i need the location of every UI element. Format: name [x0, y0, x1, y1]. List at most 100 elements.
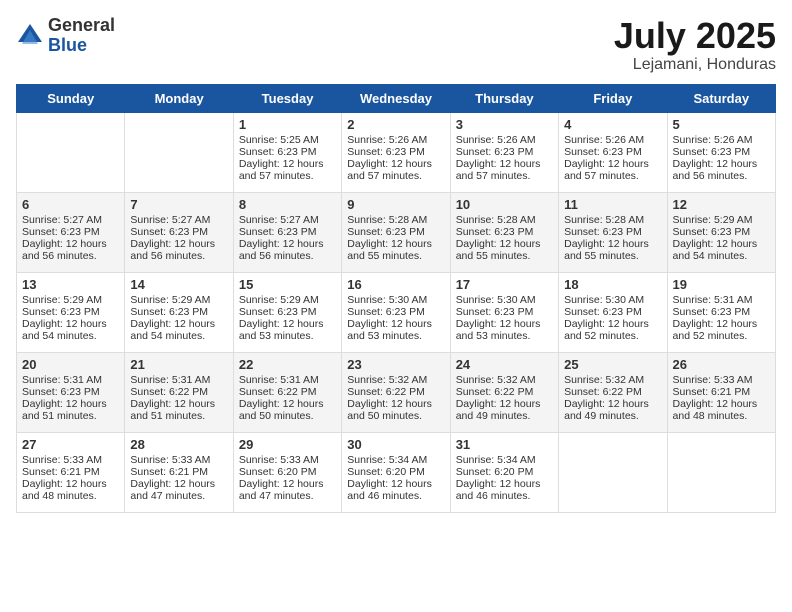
day-number: 25 [564, 357, 661, 372]
calendar-day-cell: 11Sunrise: 5:28 AMSunset: 6:23 PMDayligh… [559, 192, 667, 272]
day-number: 29 [239, 437, 336, 452]
day-number: 8 [239, 197, 336, 212]
calendar-week-row: 6Sunrise: 5:27 AMSunset: 6:23 PMDaylight… [17, 192, 776, 272]
sunrise-text: Sunrise: 5:26 AM [673, 134, 770, 146]
calendar-day-cell: 29 Sunrise: 5:33 AMSunset: 6:20 PMDayligh… [233, 432, 341, 512]
sunset-text: Sunset: 6:23 PM [347, 306, 444, 318]
calendar-week-row: 1Sunrise: 5:25 AMSunset: 6:23 PMDaylight… [17, 112, 776, 192]
daylight-text: Daylight: 12 hours and 54 minutes. [130, 318, 227, 342]
sunrise-text: Sunrise: 5:29 AM [22, 294, 119, 306]
sunset-text: Sunset: 6:23 PM [130, 306, 227, 318]
calendar-day-cell: 28Sunrise: 5:33 AMSunset: 6:21 PMDayligh… [125, 432, 233, 512]
sunset-text: Sunset: 6:23 PM [239, 226, 336, 238]
sunrise-text: Sunrise: 5:29 AM [130, 294, 227, 306]
day-number: 22 [239, 357, 336, 372]
sunset-text: Sunset: 6:23 PM [239, 306, 336, 318]
calendar-day-cell [667, 432, 775, 512]
daylight-text: Daylight: 12 hours and 56 minutes. [22, 238, 119, 262]
daylight-text: Daylight: 12 hours and 52 minutes. [564, 318, 661, 342]
sunrise-text: Sunrise: 5:26 AM [347, 134, 444, 146]
calendar-day-cell: 31Sunrise: 5:34 AMSunset: 6:20 PMDayligh… [450, 432, 558, 512]
daylight-text: Daylight: 12 hours and 57 minutes. [347, 158, 444, 182]
sunrise-text: Sunrise: 5:27 AM [239, 214, 336, 226]
day-number: 3 [456, 117, 553, 132]
sunset-text: Sunset: 6:22 PM [347, 386, 444, 398]
sunrise-text: Sunrise: 5:28 AM [347, 214, 444, 226]
header-day: Sunday [17, 84, 125, 112]
day-number: 2 [347, 117, 444, 132]
calendar-header: SundayMondayTuesdayWednesdayThursdayFrid… [17, 84, 776, 112]
page-header: General Blue July 2025 Lejamani, Hondura… [16, 16, 776, 74]
calendar-day-cell: 7Sunrise: 5:27 AMSunset: 6:23 PMDaylight… [125, 192, 233, 272]
day-number: 14 [130, 277, 227, 292]
sunset-text: Sunset: 6:22 PM [130, 386, 227, 398]
header-day: Tuesday [233, 84, 341, 112]
sunset-text: Sunset: 6:23 PM [673, 306, 770, 318]
daylight-text: Daylight: 12 hours and 47 minutes. [239, 478, 336, 502]
day-number: 10 [456, 197, 553, 212]
calendar-day-cell: 5Sunrise: 5:26 AMSunset: 6:23 PMDaylight… [667, 112, 775, 192]
sunrise-text: Sunrise: 5:27 AM [22, 214, 119, 226]
header-day: Thursday [450, 84, 558, 112]
sunrise-text: Sunrise: 5:32 AM [564, 374, 661, 386]
sunset-text: Sunset: 6:23 PM [22, 306, 119, 318]
calendar-day-cell: 26Sunrise: 5:33 AMSunset: 6:21 PMDayligh… [667, 352, 775, 432]
sunrise-text: Sunrise: 5:34 AM [456, 454, 553, 466]
calendar-day-cell [125, 112, 233, 192]
header-day: Wednesday [342, 84, 450, 112]
daylight-text: Daylight: 12 hours and 55 minutes. [456, 238, 553, 262]
calendar-day-cell [17, 112, 125, 192]
sunrise-text: Sunrise: 5:27 AM [130, 214, 227, 226]
calendar-day-cell: 3Sunrise: 5:26 AMSunset: 6:23 PMDaylight… [450, 112, 558, 192]
sunset-text: Sunset: 6:20 PM [239, 466, 336, 478]
calendar-day-cell: 14 Sunrise: 5:29 AMSunset: 6:23 PMDayligh… [125, 272, 233, 352]
sunset-text: Sunset: 6:22 PM [564, 386, 661, 398]
daylight-text: Daylight: 12 hours and 56 minutes. [130, 238, 227, 262]
daylight-text: Daylight: 12 hours and 46 minutes. [347, 478, 444, 502]
calendar-day-cell: 18Sunrise: 5:30 AMSunset: 6:23 PMDayligh… [559, 272, 667, 352]
calendar-day-cell: 24Sunrise: 5:32 AMSunset: 6:22 PMDayligh… [450, 352, 558, 432]
header-day: Friday [559, 84, 667, 112]
sunrise-text: Sunrise: 5:34 AM [347, 454, 444, 466]
day-number: 5 [673, 117, 770, 132]
sunset-text: Sunset: 6:23 PM [673, 226, 770, 238]
day-number: 21 [130, 357, 227, 372]
day-number: 9 [347, 197, 444, 212]
sunset-text: Sunset: 6:23 PM [239, 146, 336, 158]
day-number: 17 [456, 277, 553, 292]
sunrise-text: Sunrise: 5:29 AM [673, 214, 770, 226]
day-number: 28 [130, 437, 227, 452]
sunset-text: Sunset: 6:23 PM [347, 226, 444, 238]
calendar-week-row: 13Sunrise: 5:29 AMSunset: 6:23 PMDayligh… [17, 272, 776, 352]
header-day: Monday [125, 84, 233, 112]
sunrise-text: Sunrise: 5:25 AM [239, 134, 336, 146]
daylight-text: Daylight: 12 hours and 48 minutes. [22, 478, 119, 502]
daylight-text: Daylight: 12 hours and 55 minutes. [564, 238, 661, 262]
sunrise-text: Sunrise: 5:33 AM [239, 454, 336, 466]
calendar-day-cell: 1Sunrise: 5:25 AMSunset: 6:23 PMDaylight… [233, 112, 341, 192]
calendar-table: SundayMondayTuesdayWednesdayThursdayFrid… [16, 84, 776, 513]
sunrise-text: Sunrise: 5:26 AM [456, 134, 553, 146]
sunrise-text: Sunrise: 5:30 AM [564, 294, 661, 306]
sunset-text: Sunset: 6:23 PM [456, 306, 553, 318]
sunset-text: Sunset: 6:22 PM [239, 386, 336, 398]
calendar-day-cell [559, 432, 667, 512]
sunset-text: Sunset: 6:23 PM [22, 226, 119, 238]
sunrise-text: Sunrise: 5:28 AM [564, 214, 661, 226]
calendar-day-cell: 10Sunrise: 5:28 AMSunset: 6:23 PMDayligh… [450, 192, 558, 272]
daylight-text: Daylight: 12 hours and 57 minutes. [564, 158, 661, 182]
sunrise-text: Sunrise: 5:30 AM [456, 294, 553, 306]
calendar-day-cell: 20Sunrise: 5:31 AMSunset: 6:23 PMDayligh… [17, 352, 125, 432]
day-number: 18 [564, 277, 661, 292]
calendar-day-cell: 23Sunrise: 5:32 AMSunset: 6:22 PMDayligh… [342, 352, 450, 432]
day-number: 31 [456, 437, 553, 452]
sunset-text: Sunset: 6:21 PM [22, 466, 119, 478]
sunset-text: Sunset: 6:21 PM [130, 466, 227, 478]
daylight-text: Daylight: 12 hours and 55 minutes. [347, 238, 444, 262]
sunrise-text: Sunrise: 5:28 AM [456, 214, 553, 226]
day-number: 23 [347, 357, 444, 372]
calendar-day-cell: 2Sunrise: 5:26 AMSunset: 6:23 PMDaylight… [342, 112, 450, 192]
sunset-text: Sunset: 6:20 PM [456, 466, 553, 478]
day-number: 13 [22, 277, 119, 292]
logo: General Blue [16, 16, 115, 56]
